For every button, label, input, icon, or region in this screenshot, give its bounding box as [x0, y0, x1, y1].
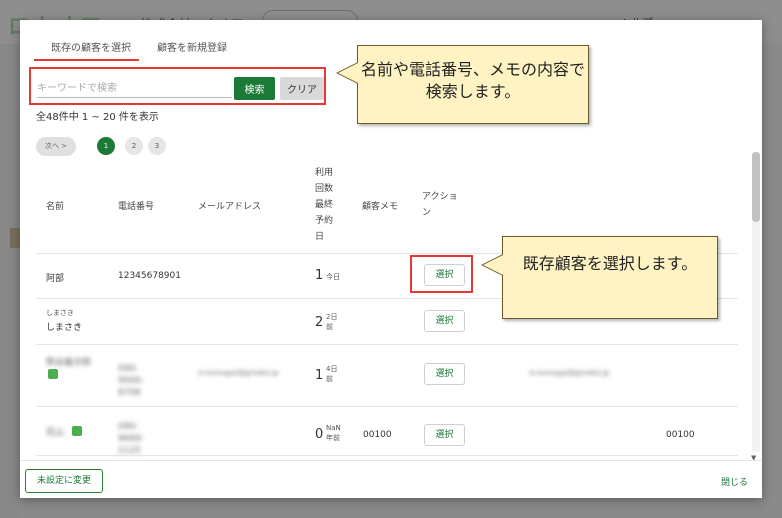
customer-name: しまさき [46, 323, 83, 333]
last-visit: 4日前 [326, 365, 338, 383]
page-button-1[interactable]: 1 [97, 137, 115, 155]
select-highlight-box [410, 255, 473, 293]
column-header-memo: 顧客メモ [362, 202, 399, 212]
tab-select-existing[interactable]: 既存の顧客を選択 [51, 39, 131, 54]
callout-tail [483, 255, 503, 275]
customer-phone: 090-9669-2125 [118, 422, 145, 456]
result-count: 全48件中 1 ~ 20 件を表示 [36, 112, 159, 123]
customer-phone: 12345678901 [118, 271, 181, 281]
usage-count: 2 [315, 315, 324, 330]
customer-kana: しまさき [46, 309, 74, 317]
customer-name: 花山 [46, 428, 65, 438]
row-divider [36, 406, 738, 407]
row-divider [36, 344, 738, 345]
column-header-usage: 利用回数最終予約日 [315, 168, 334, 242]
select-button[interactable]: 選択 [424, 310, 465, 332]
usage-count: 1 [315, 268, 324, 283]
customer-memo: 00100 [363, 430, 392, 440]
usage-count: 0 [315, 427, 324, 442]
column-header-name: 名前 [46, 202, 65, 212]
customer-name: 熊谷義次郎 [46, 358, 92, 368]
customer-email-extra: m.kumagai@gmobiz.jp [529, 369, 610, 377]
active-tab-indicator [34, 59, 139, 61]
column-header-action: アクション [422, 192, 458, 218]
column-header-phone: 電話番号 [118, 202, 155, 212]
line-tag-icon [72, 426, 82, 436]
page-button-3[interactable]: 3 [148, 137, 166, 155]
clear-button[interactable]: クリア [280, 77, 324, 100]
callout-tail [338, 63, 358, 83]
usage-count: 1 [315, 368, 324, 383]
row-divider [36, 455, 738, 456]
scrollbar-thumb[interactable] [752, 152, 760, 222]
next-page-button[interactable]: 次へ > [36, 137, 76, 156]
customer-email: m.kumagai@gmobiz.jp [198, 369, 279, 377]
last-visit: 今日 [326, 273, 340, 281]
column-header-email: メールアドレス [198, 202, 262, 212]
select-callout: 既存顧客を選択します。 [502, 236, 718, 319]
search-input[interactable] [37, 80, 232, 98]
sidebar-chip [10, 228, 20, 248]
select-button[interactable]: 選択 [424, 424, 465, 446]
unset-button[interactable]: 未設定に変更 [25, 469, 103, 493]
last-visit: 2日前 [326, 313, 338, 331]
customer-extra: 00100 [666, 430, 695, 440]
footer-divider [20, 460, 762, 461]
customer-name: 阿部 [46, 274, 65, 284]
app-sidebar [0, 44, 20, 518]
tab-register-new[interactable]: 顧客を新規登録 [157, 39, 227, 54]
search-highlight-box: 検索 クリア [29, 67, 326, 105]
page-button-2[interactable]: 2 [125, 137, 143, 155]
select-button[interactable]: 選択 [424, 363, 465, 385]
search-callout: 名前や電話番号、メモの内容で検索します。 [357, 45, 589, 124]
last-visit: NaN年前 [326, 424, 341, 442]
close-button[interactable]: 閉じる [721, 475, 748, 488]
search-button[interactable]: 検索 [234, 77, 275, 100]
customer-phone: 090-9000-8706 [118, 364, 145, 398]
line-tag-icon [48, 369, 58, 379]
